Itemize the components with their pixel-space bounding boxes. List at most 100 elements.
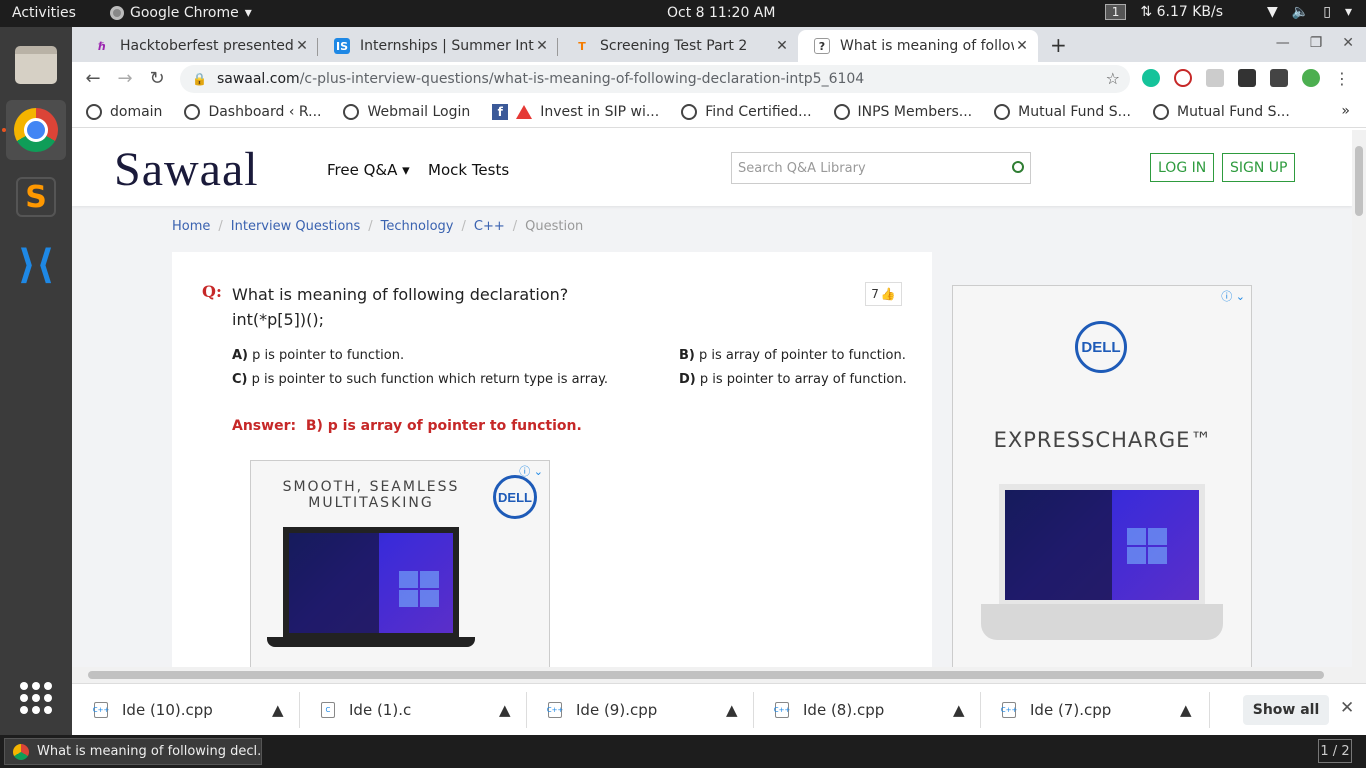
scrollbar-thumb[interactable] [88, 671, 1324, 679]
puzzle-icon[interactable] [1270, 69, 1288, 87]
tab-title: Screening Test Part 2 [600, 38, 748, 54]
question-text: What is meaning of following declaration… [232, 282, 568, 332]
bookmarks-overflow-icon[interactable]: » [1341, 103, 1350, 119]
forward-icon[interactable]: → [114, 68, 136, 89]
sawaal-icon: ? [814, 38, 830, 54]
minimize-icon[interactable]: — [1276, 35, 1290, 51]
login-button[interactable]: LOG IN [1150, 153, 1215, 182]
profile-avatar[interactable] [1302, 69, 1320, 87]
download-filename: Ide (9).cpp [576, 701, 658, 719]
option-key: B) [679, 348, 695, 363]
new-tab-icon[interactable]: + [1050, 33, 1067, 57]
close-icon[interactable]: ✕ [1340, 698, 1354, 718]
bookmark-item[interactable]: Dashboard ‹ R... [184, 103, 321, 120]
download-item[interactable]: C++ Ide (8).cpp [774, 684, 885, 736]
dock-sublime[interactable]: S [6, 167, 66, 227]
maximize-icon[interactable]: ❐ [1310, 35, 1323, 51]
tab-hacktoberfest[interactable]: ℏ Hacktoberfest presented ✕ [78, 30, 318, 62]
bookmark-label: INPS Members... [857, 103, 973, 120]
workspace-indicator[interactable]: 1 [1104, 4, 1127, 20]
reload-icon[interactable]: ↻ [146, 68, 168, 89]
bookmark-label: Invest in SIP wi... [540, 103, 660, 120]
menu-mock-tests[interactable]: Mock Tests [428, 161, 509, 179]
bookmark-item[interactable]: f Invest in SIP wi... [492, 103, 660, 120]
tab-sawaal[interactable]: ? What is meaning of follow ✕ [798, 30, 1038, 62]
grammarly-icon[interactable] [1142, 69, 1160, 87]
dock-chrome[interactable] [6, 100, 66, 160]
menu-icon[interactable]: ⋮ [1334, 69, 1350, 88]
like-button[interactable]: 7 👍 [865, 282, 902, 306]
system-tray[interactable]: 1 ⇅ 6.17 KB/s ▼ 🔈 ▯ ▾ [1104, 4, 1352, 20]
download-item[interactable]: C Ide (1).c [321, 684, 411, 736]
horizontal-scrollbar[interactable] [72, 667, 1366, 683]
tab-strip: ℏ Hacktoberfest presented ✕ IS Internshi… [72, 27, 1366, 62]
bookmark-item[interactable]: Find Certified... [681, 103, 812, 120]
download-item[interactable]: C++ Ide (7).cpp [1001, 684, 1112, 736]
lock-icon[interactable]: 🔒 [192, 72, 207, 86]
bookmark-item[interactable]: Webmail Login [343, 103, 470, 120]
vertical-scrollbar[interactable] [1352, 130, 1366, 667]
app-menu[interactable]: Google Chrome ▾ [110, 5, 252, 21]
download-item[interactable]: C++ Ide (10).cpp [93, 684, 213, 736]
breadcrumb-cpp[interactable]: C++ [474, 219, 505, 234]
test-icon: T [578, 39, 586, 53]
extension-icon[interactable] [1206, 69, 1224, 87]
bookmark-star-icon[interactable]: ☆ [1106, 69, 1120, 88]
scrollbar-thumb[interactable] [1355, 146, 1363, 216]
show-all-button[interactable]: Show all [1243, 695, 1329, 725]
breadcrumb-separator: / [512, 219, 518, 234]
windows-logo-icon [1127, 528, 1167, 564]
close-window-icon[interactable]: ✕ [1342, 35, 1354, 51]
option-key: C) [232, 372, 248, 387]
option-text: p is pointer to function. [252, 348, 405, 363]
chevron-up-icon[interactable]: ▲ [1180, 684, 1192, 736]
globe-icon [343, 103, 360, 120]
bookmark-item[interactable]: Mutual Fund S... [1152, 103, 1290, 120]
chevron-up-icon[interactable]: ▲ [953, 684, 965, 736]
warning-icon [516, 104, 533, 119]
activities-button[interactable]: Activities [12, 5, 76, 21]
bookmark-item[interactable]: domain [86, 103, 162, 120]
option-c: C) p is pointer to such function which r… [232, 372, 608, 387]
url-path: /c-plus-interview-questions/what-is-mean… [299, 71, 865, 87]
bookmark-item[interactable]: INPS Members... [833, 103, 973, 120]
ad-info-icon[interactable]: ⓘ ⌄ [1221, 288, 1245, 304]
chevron-up-icon[interactable]: ▲ [499, 684, 511, 736]
close-icon[interactable]: ✕ [294, 38, 310, 54]
menu-free-qa[interactable]: Free Q&A ▾ [327, 161, 410, 179]
close-icon[interactable]: ✕ [534, 38, 550, 54]
ad-banner-small[interactable]: ⓘ ⌄ SMOOTH, SEAMLESS MULTITASKING DELL [250, 460, 550, 667]
chrome-icon [14, 108, 58, 152]
dock-vscode[interactable]: ⟩⟨ [6, 235, 66, 295]
breadcrumb-home[interactable]: Home [172, 219, 210, 234]
back-icon[interactable]: ← [82, 68, 104, 89]
site-logo[interactable]: Sawaal [114, 142, 259, 197]
workspace-pager[interactable]: 1 / 2 [1318, 739, 1352, 763]
address-bar[interactable]: 🔒 sawaal.com/c-plus-interview-questions/… [180, 65, 1130, 93]
tab-screening-test[interactable]: T Screening Test Part 2 ✕ [558, 30, 798, 62]
tab-internshala[interactable]: IS Internships | Summer Inte ✕ [318, 30, 558, 62]
chevron-up-icon[interactable]: ▲ [726, 684, 738, 736]
breadcrumb-interview-questions[interactable]: Interview Questions [231, 219, 361, 234]
file-icon: C++ [1001, 702, 1017, 718]
search-input[interactable]: Search Q&A Library [731, 152, 1031, 184]
window-list-item[interactable]: What is meaning of following decl... [4, 738, 262, 765]
close-icon[interactable]: ✕ [774, 38, 790, 54]
show-applications-icon[interactable] [20, 682, 52, 714]
breadcrumb-technology[interactable]: Technology [381, 219, 454, 234]
chevron-up-icon[interactable]: ▲ [272, 684, 284, 736]
close-icon[interactable]: ✕ [1014, 38, 1030, 54]
extension-icon[interactable] [1238, 69, 1256, 87]
window-title: What is meaning of following decl... [37, 744, 262, 759]
search-icon[interactable] [1012, 161, 1024, 173]
signup-button[interactable]: SIGN UP [1222, 153, 1296, 182]
start-menu-graphic [289, 533, 380, 633]
option-a: A) p is pointer to function. [232, 348, 404, 363]
bookmark-item[interactable]: Mutual Fund S... [994, 103, 1131, 120]
download-divider [526, 692, 527, 728]
download-item[interactable]: C++ Ide (9).cpp [547, 684, 658, 736]
ad-banner-large[interactable]: ⓘ ⌄ DELL EXPRESSCHARGE™ [952, 285, 1252, 667]
dock-files[interactable] [6, 35, 66, 95]
clock[interactable]: Oct 8 11:20 AM [667, 5, 775, 21]
extension-icon[interactable] [1174, 69, 1192, 87]
